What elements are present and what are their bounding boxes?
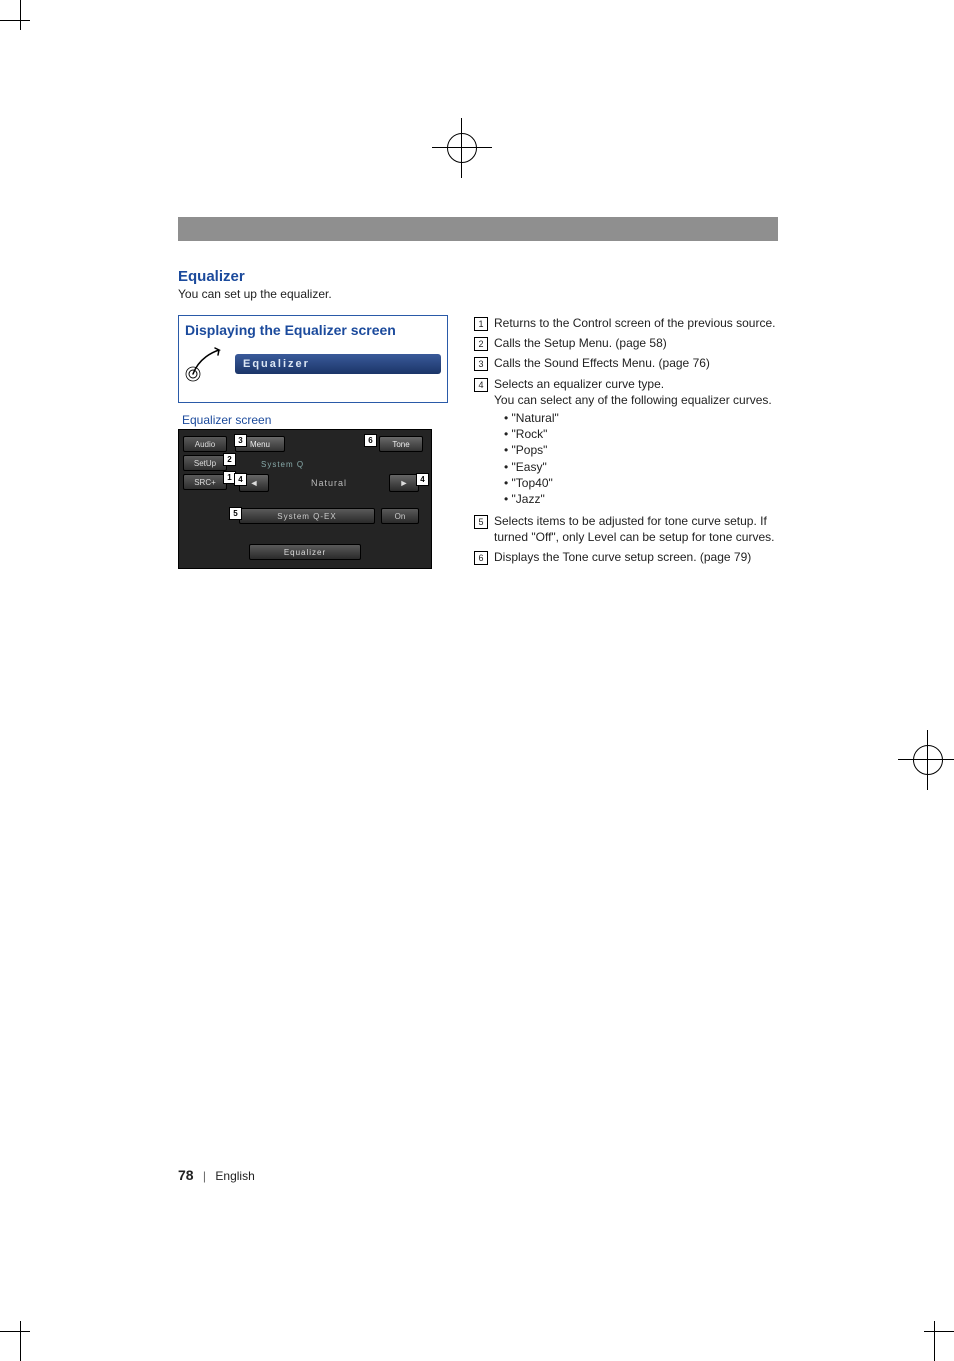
crop-mark [904,1301,954,1361]
desc-1: Returns to the Control screen of the pre… [494,315,784,331]
callout-4-right: 4 [416,473,429,486]
curve-opt: "Pops" [504,442,784,458]
equalizer-screen-graphic: Audio SetUp SRC+ Menu Tone System Q ◄ Na… [178,429,432,569]
footer-separator: | [203,1169,206,1183]
next-arrow-icon: ► [389,474,419,492]
page-number: 78 [178,1167,194,1183]
procedure-box: Displaying the Equalizer screen Equalize… [178,315,448,403]
registration-target-icon [898,730,954,790]
section-title: Equalizer [178,268,788,285]
equalizer-footer-label: Equalizer [249,544,361,560]
desc-4-line2: You can select any of the following equa… [494,393,772,407]
description-list: 1 Returns to the Control screen of the p… [474,315,784,566]
num-1-icon: 1 [474,317,488,331]
crop-mark [0,1301,50,1361]
num-6-icon: 6 [474,551,488,565]
touch-gesture-icon [185,346,225,382]
curve-options-list: "Natural" "Rock" "Pops" "Easy" "Top40" "… [494,410,784,507]
callout-2: 2 [223,453,236,466]
registration-target-icon [432,118,492,178]
desc-3: Calls the Sound Effects Menu. (page 76) [494,355,784,371]
header-bar [178,217,778,241]
page-footer: 78 | English [178,1167,255,1183]
footer-language: English [215,1169,254,1183]
system-q-ex-value: On [381,508,419,524]
num-4-icon: 4 [474,378,488,392]
crop-mark [0,0,50,50]
system-q-ex-label: System Q-EX [239,508,375,524]
num-2-icon: 2 [474,337,488,351]
tab-setup: SetUp [183,455,227,471]
callout-4-left: 4 [234,473,247,486]
num-5-icon: 5 [474,515,488,529]
num-3-icon: 3 [474,357,488,371]
curve-opt: "Natural" [504,410,784,426]
procedure-box-title: Displaying the Equalizer screen [185,322,441,338]
tab-src: SRC+ [183,474,227,490]
system-q-label: System Q [261,460,304,469]
desc-6: Displays the Tone curve setup screen. (p… [494,549,784,565]
curve-opt: "Rock" [504,426,784,442]
desc-4: Selects an equalizer curve type. You can… [494,376,784,510]
curve-opt: "Easy" [504,459,784,475]
desc-2: Calls the Setup Menu. (page 58) [494,335,784,351]
desc-4-line1: Selects an equalizer curve type. [494,377,664,391]
curve-opt: "Jazz" [504,491,784,507]
desc-5: Selects items to be adjusted for tone cu… [494,513,784,545]
curve-value: Natural [269,478,389,488]
callout-5: 5 [229,507,242,520]
callout-6: 6 [364,434,377,447]
curve-opt: "Top40" [504,475,784,491]
equalizer-button-graphic: Equalizer [235,354,441,374]
callout-3: 3 [234,434,247,447]
tone-button-graphic: Tone [379,436,423,452]
equalizer-screen-label: Equalizer screen [182,413,448,427]
section-subtitle: You can set up the equalizer. [178,287,788,301]
tab-audio: Audio [183,436,227,452]
